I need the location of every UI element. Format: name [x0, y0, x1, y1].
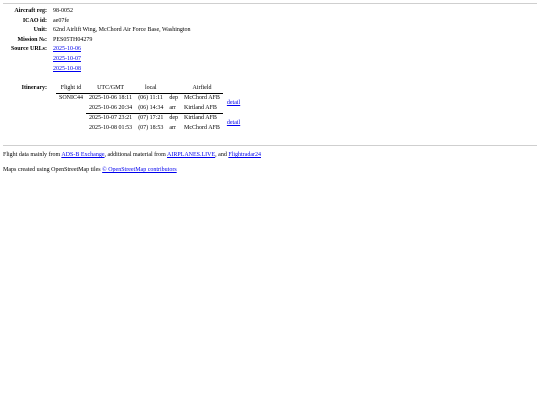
utc-cell: 2025-10-08 01:53	[89, 124, 133, 131]
source-url-link[interactable]: 2025-10-08	[53, 66, 81, 72]
aircraft-reg-label: Aircraft reg:	[14, 8, 47, 14]
map-credits-prefix: Maps created using OpenStreetMap tiles	[3, 167, 103, 173]
source-url-link[interactable]: 2025-10-07	[53, 56, 81, 62]
utc-cell: 2025-10-06 20:34	[86, 103, 136, 115]
mission-row: Mission №: PES05TH04279	[3, 36, 191, 46]
direction-cell: dep	[169, 95, 179, 102]
flight-id-cell-empty	[56, 114, 86, 124]
airfield-cell: Kirtland AFB	[184, 115, 217, 122]
aircraft-reg-row: Aircraft reg: 98-0052	[3, 7, 191, 17]
osm-contributors-link[interactable]: © OpenStreetMap contributors	[102, 167, 177, 173]
header-local: local	[135, 84, 167, 95]
header-direction	[166, 84, 182, 95]
page: Aircraft reg: 98-0052 ICAO id: ae07fe Un…	[0, 0, 540, 405]
footer-divider	[3, 145, 537, 146]
local-cell: (06) 11:11	[138, 95, 163, 102]
map-credits: Maps created using OpenStreetMap tiles ©…	[3, 167, 177, 173]
source-urls-label: Source URLs:	[10, 46, 47, 53]
direction-cell: dep	[169, 115, 179, 122]
detail-cell: detail	[223, 114, 243, 133]
detail-link[interactable]: detail	[227, 120, 240, 126]
itinerary-header-row: Flight id UTC/GMT local Airfield	[56, 84, 243, 95]
airfield-cell: Kirtland AFB	[181, 103, 223, 115]
flight-id-cell-empty	[56, 104, 86, 114]
source-urls-row: Source URLs: 2025-10-06 2025-10-07 2025-…	[3, 45, 191, 74]
unit-row: Unit: 62nd Airlift Wing, McChord Air For…	[3, 26, 191, 36]
detail-link[interactable]: detail	[227, 100, 240, 106]
credits-prefix: Flight data mainly from	[3, 152, 62, 158]
direction-cell: arr	[169, 124, 177, 131]
credits-mid: , additional material from	[104, 152, 167, 158]
mission-value: PES05TH04279	[53, 36, 93, 43]
itinerary-row: SONIC44 2025-10-06 18:11 (06) 11:11 dep …	[56, 94, 243, 106]
header-utc: UTC/GMT	[86, 84, 136, 95]
source-url-link[interactable]: 2025-10-06	[53, 46, 81, 52]
icao-row: ICAO id: ae07fe	[3, 17, 191, 27]
itinerary-table: Flight id UTC/GMT local Airfield SONIC44…	[56, 84, 243, 133]
header-spacer	[223, 84, 243, 94]
credits-and: , and	[215, 152, 229, 158]
unit-value: 62nd Airlift Wing, McChord Air Force Bas…	[53, 27, 191, 34]
source-urls-list: 2025-10-06 2025-10-07 2025-10-08	[53, 45, 191, 74]
airfield-cell: McChord AFB	[184, 95, 220, 102]
flightradar24-link[interactable]: Flightradar24	[228, 152, 261, 158]
aircraft-reg-value: 98-0052	[53, 8, 73, 14]
flight-id-cell: SONIC44	[59, 95, 84, 102]
mission-label: Mission №:	[17, 36, 47, 43]
aircraft-info-table: Aircraft reg: 98-0052 ICAO id: ae07fe Un…	[3, 7, 191, 74]
top-divider	[3, 3, 537, 4]
unit-label: Unit:	[33, 27, 47, 34]
direction-cell: arr	[166, 103, 182, 115]
header-airfield: Airfield	[181, 84, 223, 95]
detail-cell: detail	[223, 94, 243, 114]
adsb-exchange-link[interactable]: ADS-B Exchange	[61, 152, 104, 158]
icao-value: ae07fe	[53, 17, 69, 24]
local-cell: (07) 17:21	[138, 115, 164, 122]
flight-id-cell-empty	[56, 124, 86, 133]
itinerary-row: 2025-10-06 20:34 (06) 14:34 arr Kirtland…	[56, 103, 243, 115]
itinerary-row: 2025-10-08 01:53 (07) 18:53 arr McChord …	[56, 124, 243, 133]
icao-label: ICAO id:	[22, 17, 47, 24]
local-cell: (07) 18:53	[138, 124, 164, 131]
utc-cell: 2025-10-07 23:21	[89, 115, 133, 122]
header-flight-id: Flight id	[56, 84, 87, 95]
data-credits: Flight data mainly from ADS-B Exchange, …	[3, 152, 261, 158]
utc-cell: 2025-10-06 18:11	[89, 95, 132, 102]
local-cell: (06) 14:34	[135, 103, 167, 115]
itinerary-row: 2025-10-07 23:21 (07) 17:21 dep Kirtland…	[56, 114, 243, 125]
airplanes-live-link[interactable]: AIRPLANES.LIVE	[167, 152, 215, 158]
itinerary-label: Itinerary:	[21, 85, 47, 91]
airfield-cell: McChord AFB	[184, 124, 220, 131]
